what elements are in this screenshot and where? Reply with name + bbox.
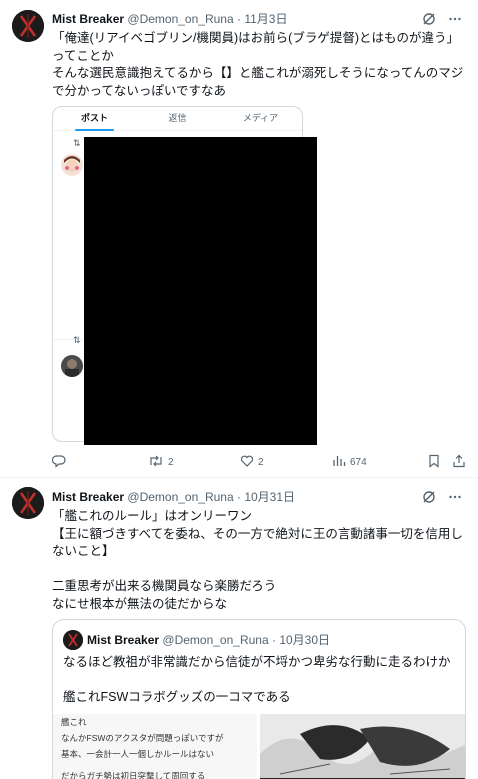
quoted-author-handle: @Demon_on_Runa bbox=[162, 633, 269, 647]
avatar-image bbox=[12, 487, 44, 519]
tab-replies: 返信 bbox=[168, 113, 187, 123]
embed-retweet-mark-1: ⇅ bbox=[73, 138, 81, 148]
quoted-date: 10月30日 bbox=[279, 633, 331, 647]
tweet-1[interactable]: Mist Breaker @Demon_on_Runa · 11月3日 「俺達(… bbox=[0, 0, 478, 478]
tweet-header: Mist Breaker @Demon_on_Runa · 10月31日 bbox=[52, 487, 468, 507]
avatar-image bbox=[12, 10, 44, 42]
tab-media: メディア bbox=[242, 113, 279, 123]
tweet-text: 「俺達(リアイベゴブリン/機関員)はお前ら(ブラゲ提督)とはものが違う」ってこと… bbox=[52, 31, 464, 98]
more-icon[interactable] bbox=[448, 12, 462, 26]
embed-retweet-mark-2: ⇅ bbox=[73, 335, 81, 345]
tweet-actions: 2 2 674 bbox=[51, 452, 468, 472]
grok-icon[interactable] bbox=[422, 12, 436, 26]
quoted-author-name: Mist Breaker bbox=[87, 633, 160, 647]
grok-icon[interactable] bbox=[422, 490, 436, 504]
share-icon bbox=[452, 454, 466, 471]
author-name[interactable]: Mist Breaker bbox=[52, 12, 124, 26]
separator-dot: · bbox=[236, 490, 241, 504]
views-icon bbox=[332, 454, 346, 471]
retweet-icon bbox=[148, 454, 164, 471]
bookmark-icon bbox=[428, 454, 440, 471]
quoted-header: Mist Breaker @Demon_on_Runa · 10月30日 bbox=[87, 630, 330, 650]
embed-tabs: ポスト 返信 メディア bbox=[53, 107, 302, 131]
image-text-line: 基本、一会計一人一個しかルールはない bbox=[61, 749, 215, 759]
image-text-line: なんかFSWのアクスタが問題っぽいですが bbox=[61, 733, 224, 743]
tab-posts: ポスト bbox=[53, 107, 136, 131]
tweet-2[interactable]: Mist Breaker @Demon_on_Runa · 10月31日 「艦こ… bbox=[0, 478, 478, 779]
tweet-date[interactable]: 10月31日 bbox=[244, 490, 295, 504]
views-button[interactable]: 674 bbox=[332, 452, 367, 472]
reply-icon bbox=[51, 454, 66, 471]
quoted-image-text-screenshot[interactable]: 艦これ なんかFSWのアクスタが問題っぽいですが 基本、一会計一人一個しかルール… bbox=[53, 714, 257, 779]
tweet-date[interactable]: 11月3日 bbox=[244, 12, 287, 26]
image-text-line: だからガチ勢は初日突撃して周回する bbox=[61, 771, 206, 779]
retweet-button[interactable]: 2 bbox=[148, 452, 174, 472]
author-handle[interactable]: @Demon_on_Runa bbox=[127, 12, 233, 26]
quoted-image-manga[interactable] bbox=[260, 714, 465, 779]
separator-dot: · bbox=[271, 633, 276, 647]
reply-button[interactable] bbox=[51, 452, 66, 472]
quoted-text: なるほど教祖が非常識だから信徒が不埒かつ卑劣な行動に走るわけか 艦これFSWコラ… bbox=[63, 655, 451, 705]
embed-avatar-1 bbox=[61, 154, 83, 176]
separator-dot: · bbox=[236, 12, 241, 26]
author-avatar[interactable] bbox=[12, 487, 44, 519]
view-count: 674 bbox=[350, 456, 367, 468]
tweet-text: 「艦これのルール」はオンリーワン 【王に額づきすべてを委ね、その一方で絶対に王の… bbox=[52, 509, 463, 611]
author-name[interactable]: Mist Breaker bbox=[52, 490, 124, 504]
like-button[interactable]: 2 bbox=[240, 452, 264, 472]
bookmark-button[interactable] bbox=[428, 452, 440, 472]
retweet-count: 2 bbox=[168, 456, 174, 468]
redacted-image-block bbox=[84, 137, 317, 445]
share-button[interactable] bbox=[452, 452, 466, 472]
more-icon[interactable] bbox=[448, 490, 462, 504]
quoted-tweet[interactable]: Mist Breaker @Demon_on_Runa · 10月30日 なるほ… bbox=[52, 619, 466, 779]
author-handle[interactable]: @Demon_on_Runa bbox=[127, 490, 233, 504]
image-text-line: 艦これ bbox=[61, 717, 87, 727]
tweet-header: Mist Breaker @Demon_on_Runa · 11月3日 bbox=[52, 9, 468, 29]
like-icon bbox=[240, 454, 254, 471]
quoted-author-avatar bbox=[63, 630, 83, 650]
like-count: 2 bbox=[258, 456, 264, 468]
author-avatar[interactable] bbox=[12, 10, 44, 42]
embed-avatar-2 bbox=[61, 355, 83, 377]
